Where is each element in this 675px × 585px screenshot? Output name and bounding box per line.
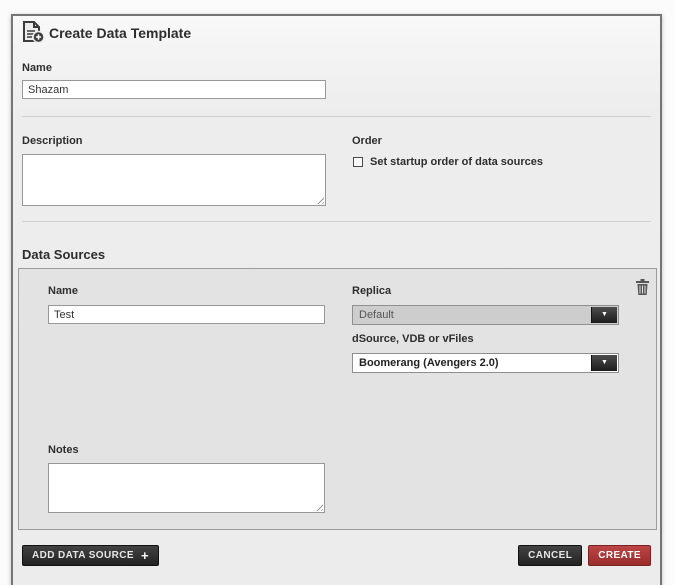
replica-label: Replica [352, 285, 391, 297]
create-button[interactable]: CREATE [588, 545, 651, 566]
replica-dropdown-value: Default [359, 309, 394, 321]
source-name-input[interactable] [48, 305, 325, 324]
startup-order-checkbox-label: Set startup order of data sources [370, 156, 543, 168]
page-background: Create Data Template Name Description Or… [0, 0, 675, 585]
delete-data-source-button[interactable] [635, 279, 650, 296]
data-source-card: Name Replica Default ▼ dSource, VDB or v… [18, 268, 657, 530]
description-label: Description [22, 135, 83, 147]
startup-order-checkbox[interactable] [353, 157, 363, 167]
data-template-add-icon [21, 21, 45, 43]
startup-order-checkbox-row[interactable]: Set startup order of data sources [352, 156, 543, 168]
add-data-source-button[interactable]: ADD DATA SOURCE + [22, 545, 159, 566]
section-divider [22, 116, 651, 117]
create-data-template-dialog: Create Data Template Name Description Or… [11, 14, 662, 585]
notes-label: Notes [48, 444, 79, 456]
trash-icon [635, 279, 650, 296]
name-label: Name [22, 62, 52, 74]
source-name-label: Name [48, 285, 78, 297]
description-textarea-wrap [22, 154, 326, 206]
cancel-button[interactable]: CANCEL [518, 545, 582, 566]
notes-textarea[interactable] [48, 463, 325, 513]
description-textarea[interactable] [22, 154, 326, 206]
dsource-dropdown-value: Boomerang (Avengers 2.0) [359, 357, 499, 369]
name-input[interactable] [22, 80, 326, 99]
chevron-down-icon[interactable]: ▼ [591, 307, 617, 323]
dsource-dropdown[interactable]: Boomerang (Avengers 2.0) ▼ [352, 353, 619, 373]
order-label: Order [352, 135, 382, 147]
plus-icon: + [141, 551, 149, 561]
dsource-label: dSource, VDB or vFiles [352, 333, 474, 345]
section-divider [22, 221, 651, 222]
replica-dropdown[interactable]: Default ▼ [352, 305, 619, 325]
data-sources-heading: Data Sources [22, 247, 105, 262]
dialog-title: Create Data Template [49, 23, 191, 43]
chevron-down-icon[interactable]: ▼ [591, 355, 617, 371]
notes-textarea-wrap [48, 463, 325, 513]
dialog-footer: ADD DATA SOURCE + CANCEL CREATE [22, 545, 651, 566]
add-data-source-label: ADD DATA SOURCE [32, 550, 134, 561]
